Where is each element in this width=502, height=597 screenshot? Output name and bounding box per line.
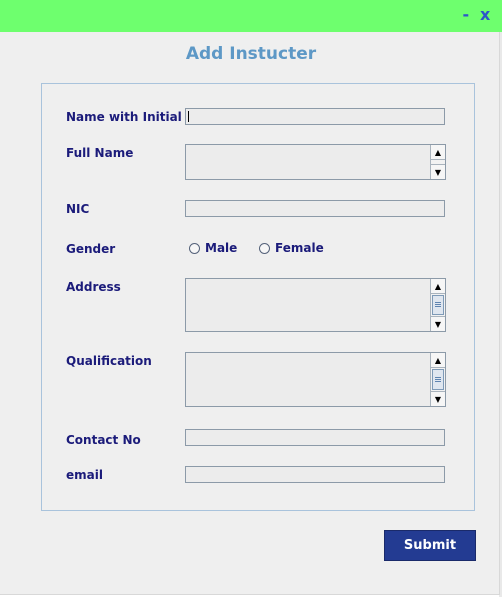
radio-unchecked-icon bbox=[189, 242, 200, 254]
qualification-textarea[interactable]: ▲ ▼ bbox=[185, 352, 446, 407]
title-bar: - x bbox=[0, 0, 502, 32]
gender-male-radio[interactable]: Male bbox=[189, 241, 237, 255]
gender-female-radio[interactable]: Female bbox=[259, 241, 324, 255]
arrow-up-icon[interactable]: ▲ bbox=[431, 279, 445, 294]
arrow-down-icon[interactable]: ▼ bbox=[431, 391, 445, 406]
gender-female-label: Female bbox=[275, 241, 324, 255]
nic-field[interactable] bbox=[185, 200, 445, 217]
qualification-scrollbar[interactable]: ▲ ▼ bbox=[430, 353, 445, 406]
minimize-button[interactable]: - bbox=[461, 6, 471, 24]
address-label: Address bbox=[66, 280, 121, 294]
dialog-title: Add Instucter bbox=[185, 44, 317, 64]
arrow-up-icon[interactable]: ▲ bbox=[431, 353, 445, 368]
email-field[interactable] bbox=[185, 466, 445, 483]
qualification-label: Qualification bbox=[66, 354, 152, 368]
close-button[interactable]: x bbox=[480, 6, 490, 24]
radio-unchecked-icon bbox=[259, 242, 270, 254]
arrow-up-icon[interactable]: ▲ bbox=[431, 145, 445, 160]
nic-label: NIC bbox=[66, 202, 90, 216]
scroll-thumb[interactable] bbox=[432, 295, 444, 315]
gender-male-label: Male bbox=[205, 241, 238, 255]
scroll-thumb[interactable] bbox=[432, 369, 444, 390]
address-textarea[interactable]: ▲ ▼ bbox=[185, 278, 446, 332]
email-label: email bbox=[66, 468, 103, 482]
arrow-down-icon[interactable]: ▼ bbox=[431, 316, 445, 331]
full-name-scrollbar[interactable]: ▲ ▼ bbox=[430, 145, 445, 179]
contact-no-label: Contact No bbox=[66, 433, 141, 447]
gender-label: Gender bbox=[66, 242, 116, 256]
address-scrollbar[interactable]: ▲ ▼ bbox=[430, 279, 445, 331]
full-name-label: Full Name bbox=[66, 146, 134, 160]
contact-no-field[interactable] bbox=[185, 429, 445, 446]
arrow-down-icon[interactable]: ▼ bbox=[431, 164, 445, 179]
full-name-textarea[interactable]: ▲ ▼ bbox=[185, 144, 446, 180]
name-with-initial-field[interactable] bbox=[185, 108, 445, 125]
submit-button[interactable]: Submit bbox=[384, 530, 476, 561]
name-with-initial-label: Name with Initial bbox=[66, 110, 182, 124]
add-instructor-dialog: - x Add Instucter Name with Initial Full… bbox=[0, 0, 502, 595]
